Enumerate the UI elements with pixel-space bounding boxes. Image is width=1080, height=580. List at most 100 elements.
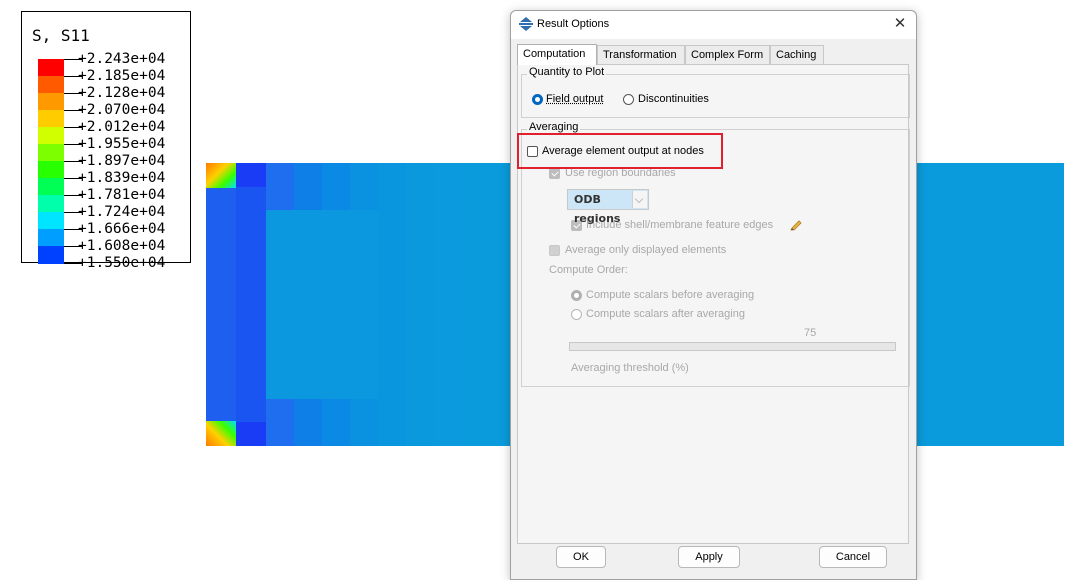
mesh-element	[294, 280, 322, 305]
legend-label: +2.185e+04	[78, 68, 166, 84]
legend-band	[38, 59, 64, 77]
mesh-element	[322, 351, 350, 376]
pencil-icon[interactable]	[789, 217, 803, 231]
discontinuities-label[interactable]: Discontinuities	[638, 93, 709, 105]
mesh-element	[378, 233, 406, 258]
compute-before-radio[interactable]	[571, 290, 582, 301]
ok-button[interactable]: OK	[556, 546, 606, 568]
mesh-element	[350, 328, 378, 353]
mesh-element	[206, 398, 236, 423]
mesh-element	[322, 257, 350, 282]
mesh-element	[350, 257, 378, 282]
highlight-box	[517, 133, 723, 169]
averaging-threshold-slider[interactable]	[569, 342, 896, 351]
mesh-element	[266, 257, 294, 282]
mesh-element	[434, 280, 462, 305]
legend-label: +1.550e+04	[78, 255, 166, 271]
mesh-element	[350, 210, 378, 235]
stress-hotspot	[206, 421, 236, 446]
mesh-element	[434, 328, 462, 353]
mesh-element	[462, 163, 490, 188]
use-region-boundaries-checkbox[interactable]	[549, 168, 560, 179]
tab-computation[interactable]: Computation	[517, 44, 597, 65]
mesh-element	[350, 304, 378, 329]
mesh-element	[462, 257, 490, 282]
mesh-element	[236, 257, 266, 282]
cancel-button[interactable]: Cancel	[819, 546, 887, 568]
field-output-radio[interactable]	[532, 94, 543, 105]
odb-regions-select[interactable]: ODB regions	[567, 189, 649, 225]
mesh-element	[462, 304, 490, 329]
mesh-element	[462, 328, 490, 353]
mesh-element	[406, 328, 434, 353]
compute-after-radio[interactable]	[571, 309, 582, 320]
field-output-label[interactable]: Field output	[546, 93, 603, 105]
mesh-element	[236, 280, 266, 305]
tab-transformation[interactable]: Transformation	[597, 45, 685, 64]
legend-label: +1.839e+04	[78, 170, 166, 186]
mesh-element	[206, 375, 236, 400]
mesh-element	[266, 422, 294, 446]
mesh-element	[206, 210, 236, 235]
mesh-element	[434, 422, 462, 446]
mesh-element	[406, 375, 434, 400]
mesh-element	[350, 422, 378, 446]
mesh-element	[406, 422, 434, 446]
legend-band	[38, 110, 64, 128]
mesh-element	[206, 257, 236, 282]
tab-complex-form[interactable]: Complex Form	[685, 45, 770, 64]
mesh-element	[322, 422, 350, 446]
apply-button[interactable]: Apply	[678, 546, 740, 568]
mesh-element	[322, 375, 350, 400]
mesh-element	[266, 163, 294, 188]
mesh-element	[294, 422, 322, 446]
mesh-element	[322, 186, 350, 211]
legend-label: +2.070e+04	[78, 102, 166, 118]
legend-label: +1.666e+04	[78, 221, 166, 237]
mesh-element	[236, 210, 266, 235]
tab-caching[interactable]: Caching	[770, 45, 824, 64]
mesh-element	[434, 257, 462, 282]
close-icon[interactable]: ✕	[892, 16, 908, 32]
mesh-element	[434, 375, 462, 400]
legend-band	[38, 93, 64, 111]
mesh-element	[294, 304, 322, 329]
dialog-titlebar[interactable]: Result Options ✕	[511, 11, 916, 39]
mesh-element	[322, 280, 350, 305]
mesh-element	[378, 328, 406, 353]
compute-after-label: Compute scalars after averaging	[586, 308, 745, 320]
mesh-element	[206, 280, 236, 305]
legend-band	[38, 195, 64, 213]
discontinuities-radio[interactable]	[623, 94, 634, 105]
mesh-element	[322, 233, 350, 258]
mesh-element	[322, 398, 350, 423]
mesh-element	[294, 186, 322, 211]
mesh-element	[406, 233, 434, 258]
compute-order-label: Compute Order:	[549, 264, 628, 276]
abaqus-app-icon	[519, 17, 533, 31]
mesh-element	[322, 210, 350, 235]
mesh-element	[434, 163, 462, 188]
mesh-element	[294, 398, 322, 423]
mesh-element	[406, 280, 434, 305]
compute-before-label: Compute scalars before averaging	[586, 289, 755, 301]
mesh-element	[434, 233, 462, 258]
mesh-element	[350, 398, 378, 423]
threshold-value: 75	[804, 327, 817, 339]
legend-label: +2.243e+04	[78, 51, 166, 67]
legend-band	[38, 76, 64, 94]
chevron-down-icon	[632, 191, 647, 208]
mesh-element	[462, 186, 490, 211]
legend-label: +1.897e+04	[78, 153, 166, 169]
mesh-element	[294, 375, 322, 400]
mesh-element	[434, 398, 462, 423]
mesh-element	[378, 280, 406, 305]
mesh-element	[434, 304, 462, 329]
contour-legend: S, S11 +2.243e+04 +2.185e+04 +2.128e+04 +2.…	[21, 11, 191, 270]
mesh-element	[266, 210, 294, 235]
average-displayed-checkbox[interactable]	[549, 245, 560, 256]
mesh-element	[462, 210, 490, 235]
legend-band	[38, 144, 64, 162]
legend-label: +1.781e+04	[78, 187, 166, 203]
mesh-element	[322, 328, 350, 353]
